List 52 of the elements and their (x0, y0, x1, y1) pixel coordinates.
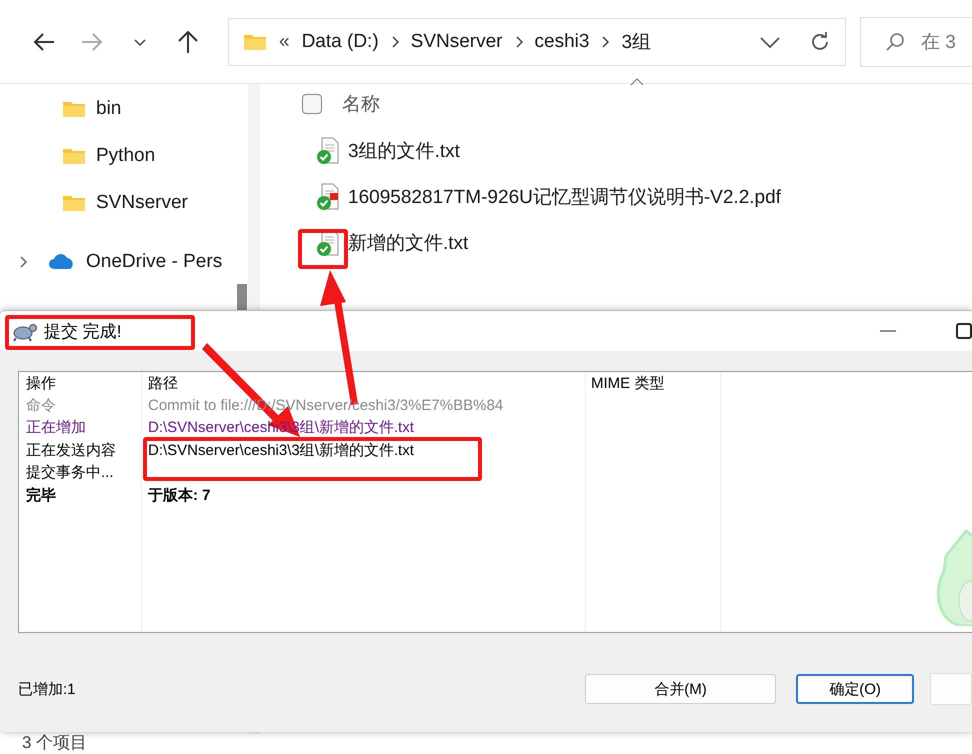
action-cell-text: 完毕 (25, 486, 57, 505)
folder-icon (62, 146, 86, 164)
highlight-box (298, 229, 348, 269)
dialog-button[interactable]: 合并(M) (585, 674, 776, 704)
chevron-right-icon (390, 36, 399, 48)
breadcrumb[interactable]: SVNserver (410, 30, 503, 52)
search-field[interactable]: 在 3 (860, 16, 972, 66)
path-cell-text: D:\SVNserver\ceshi3\3组\新增的文件.txt (147, 440, 414, 460)
chevron-right-icon[interactable] (18, 254, 30, 268)
folder-icon (62, 194, 86, 212)
action-cell-text: 命令 (25, 396, 57, 415)
sidebar-item[interactable]: OneDrive - Pers (86, 250, 222, 272)
chevron-down-icon[interactable] (133, 36, 147, 46)
sort-caret-icon (630, 78, 644, 86)
column-header[interactable]: 操作 (19, 374, 141, 392)
refresh-icon[interactable] (809, 30, 831, 52)
column-header[interactable]: MIME 类型 (584, 374, 664, 392)
path-cell-text: 于版本: 7 (147, 486, 211, 505)
chevron-down-icon[interactable] (759, 34, 781, 48)
breadcrumb[interactable]: Data (D:) (302, 30, 379, 52)
dialog-button[interactable]: 确定(O) (796, 674, 914, 704)
sidebar-item[interactable]: SVNserver (96, 192, 188, 214)
back-arrow-icon[interactable] (32, 32, 56, 52)
scrollbar-thumb[interactable] (237, 284, 247, 312)
sidebar-item[interactable]: bin (96, 98, 122, 120)
column-header[interactable]: 路径 (141, 374, 584, 392)
text-file-check-icon (316, 137, 340, 165)
minimize-icon[interactable] (880, 330, 896, 332)
status-bar-text: 3 个项目 (22, 732, 88, 754)
dialog-title: 提交 完成! (44, 320, 122, 342)
chevron-right-icon (601, 36, 610, 48)
folder-icon (243, 32, 267, 50)
column-header[interactable]: 名称 (342, 91, 380, 117)
action-cell-text: 正在增加 (25, 418, 87, 438)
action-cell-text: 提交事务中... (25, 463, 115, 482)
breadcrumb[interactable]: ceshi3 (534, 30, 590, 52)
breadcrumb[interactable]: 3组 (621, 28, 652, 54)
file-name[interactable]: 3组的文件.txt (348, 138, 460, 164)
maximize-icon[interactable] (956, 323, 972, 339)
address-bar[interactable]: « Data (D:) SVNserver ceshi3 3组 (228, 18, 846, 66)
file-name[interactable]: 1609582817TM-926U记忆型调节仪说明书-V2.2.pdf (348, 184, 781, 210)
sidebar-item[interactable]: Python (96, 144, 156, 166)
action-cell-text: 正在发送内容 (25, 440, 117, 460)
pdf-file-check-icon (316, 183, 340, 211)
file-name[interactable]: 新增的文件.txt (348, 230, 468, 256)
overflow-chevron[interactable]: « (279, 30, 290, 52)
summary-text: 已增加:1 (18, 680, 77, 698)
folder-icon (62, 100, 86, 118)
chevron-right-icon (514, 36, 523, 48)
select-all-checkbox[interactable] (302, 94, 322, 114)
search-icon (885, 32, 905, 52)
up-arrow-icon[interactable] (177, 30, 199, 54)
